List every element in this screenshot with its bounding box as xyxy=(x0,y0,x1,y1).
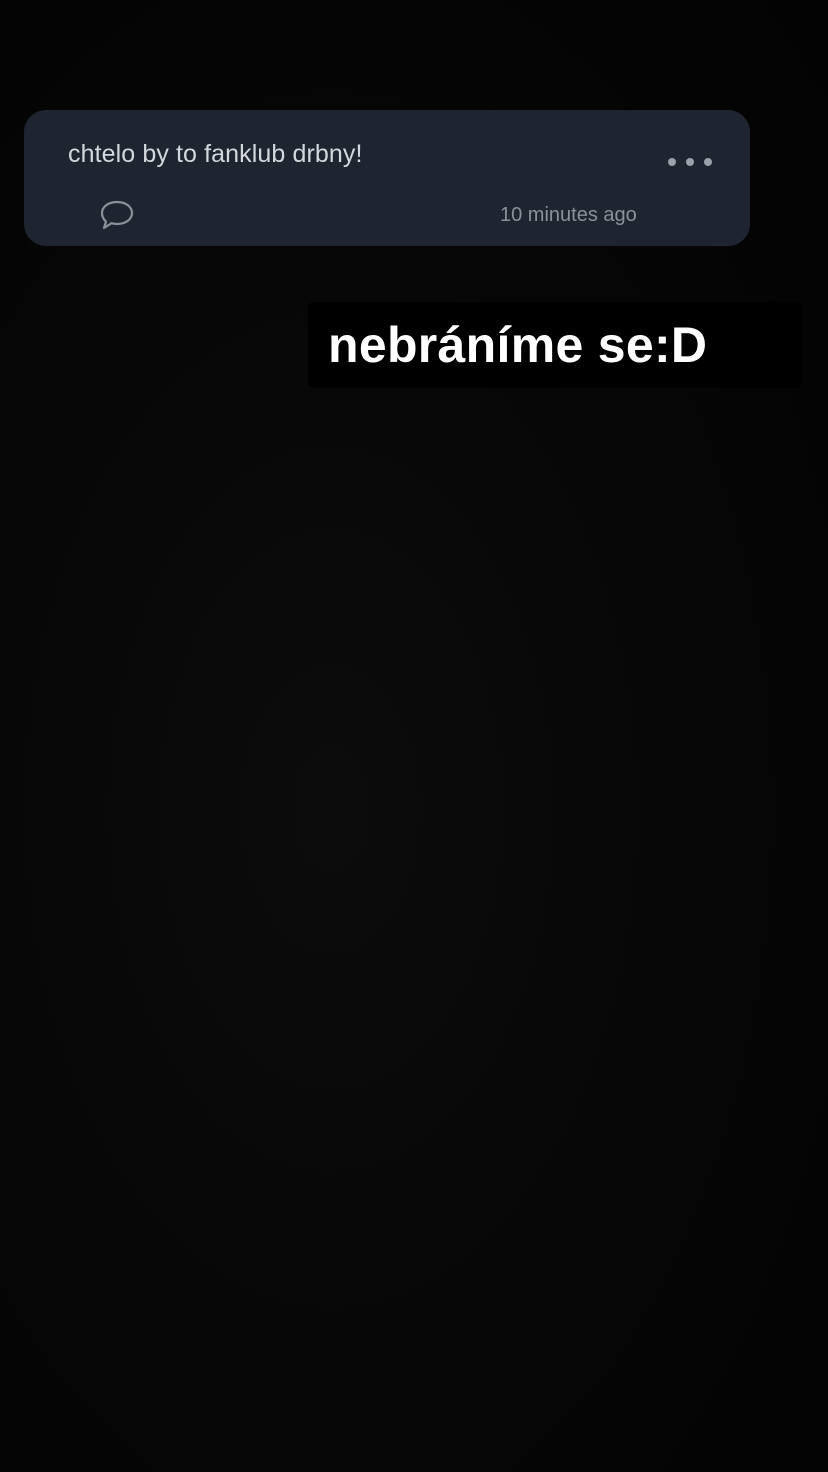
timestamp: 10 minutes ago xyxy=(500,204,637,226)
comment-button[interactable] xyxy=(98,198,136,232)
more-horizontal-icon xyxy=(704,158,712,166)
story-caption: nebráníme se:D xyxy=(308,302,802,388)
speech-bubble-icon xyxy=(100,200,134,230)
more-horizontal-icon xyxy=(668,158,676,166)
more-options-button[interactable] xyxy=(668,150,712,174)
more-horizontal-icon xyxy=(686,158,694,166)
caption-text: nebráníme se:D xyxy=(328,317,708,373)
story-canvas: chtelo by to fanklub drbny! 10 minutes a… xyxy=(0,0,828,1472)
question-card: chtelo by to fanklub drbny! 10 minutes a… xyxy=(24,110,750,246)
question-text: chtelo by to fanklub drbny! xyxy=(68,140,363,168)
